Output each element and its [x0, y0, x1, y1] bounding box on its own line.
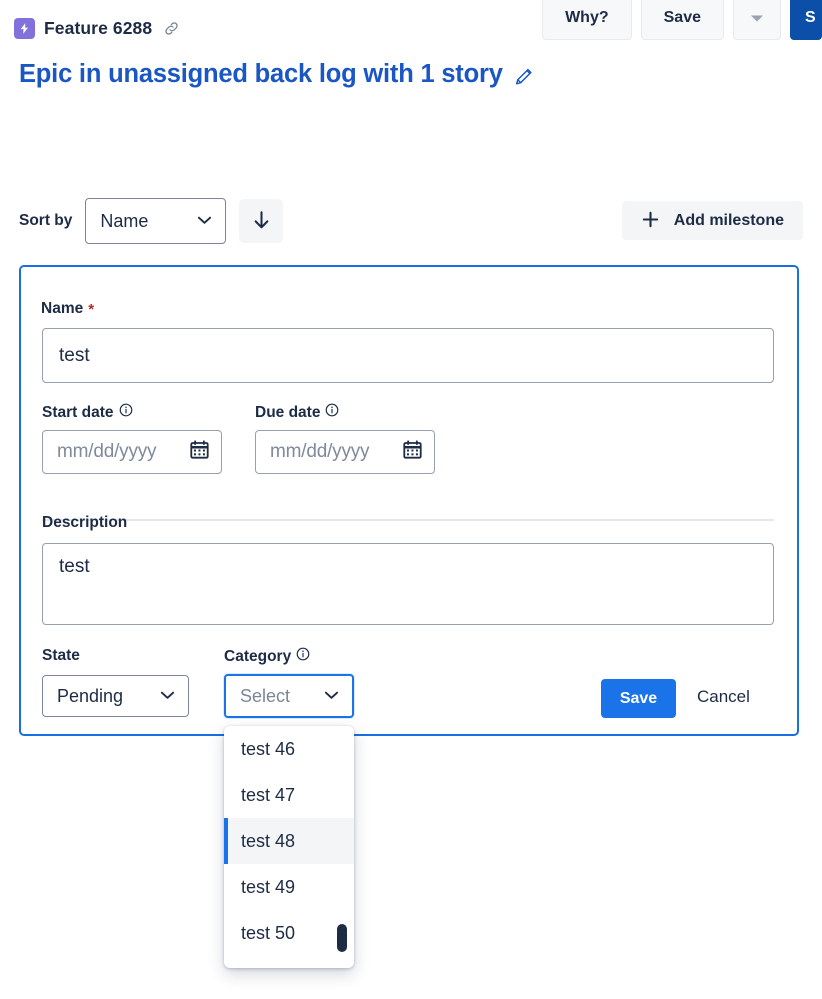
info-icon[interactable] — [296, 647, 310, 666]
start-date-field-label: Start date — [42, 403, 133, 422]
top-bar: Feature 6288 Why? Save S — [0, 0, 822, 44]
state-value: Pending — [57, 685, 124, 706]
breadcrumb: Feature 6288 — [14, 18, 180, 39]
why-button[interactable]: Why? — [542, 0, 632, 40]
epic-title-row: Epic in unassigned back log with 1 story — [19, 60, 535, 89]
state-select[interactable]: Pending — [42, 675, 189, 717]
arrow-down-icon — [252, 209, 271, 234]
bolt-icon — [14, 18, 35, 39]
category-label-text: Category — [224, 647, 292, 665]
sort-row: Sort by Name — [19, 198, 284, 244]
calendar-icon[interactable] — [402, 439, 423, 465]
sort-by-label: Sort by — [19, 212, 73, 229]
milestone-save-button[interactable]: Save — [601, 679, 676, 718]
chevron-down-icon — [197, 212, 212, 230]
due-date-value: mm/dd/yyyy — [270, 441, 370, 462]
page-title[interactable]: Epic in unassigned back log with 1 story — [19, 60, 503, 89]
add-milestone-button[interactable]: Add milestone — [621, 201, 803, 240]
category-select[interactable]: Select — [224, 674, 354, 718]
dropdown-option[interactable]: test 46 — [224, 726, 354, 772]
dropdown-option[interactable]: test 47 — [224, 772, 354, 818]
save-options-button[interactable] — [733, 0, 781, 40]
plus-icon — [641, 210, 660, 232]
chevron-down-icon — [324, 687, 339, 705]
milestone-cancel-button[interactable]: Cancel — [697, 687, 750, 707]
dropdown-scrollbar-thumb[interactable] — [337, 924, 347, 952]
category-option-list: test 46 test 47 test 48 test 49 test 50 — [224, 726, 354, 956]
due-date-input[interactable]: mm/dd/yyyy — [255, 430, 435, 474]
chevron-down-icon — [750, 11, 764, 26]
due-date-label-text: Due date — [255, 403, 321, 421]
category-field-label: Category — [224, 647, 310, 666]
dropdown-option[interactable]: test 48 — [224, 818, 354, 864]
pencil-icon[interactable] — [513, 62, 535, 87]
sort-by-value: Name — [100, 210, 149, 231]
info-icon[interactable] — [119, 403, 133, 422]
section-divider — [42, 519, 774, 521]
add-milestone-label: Add milestone — [673, 211, 784, 229]
sort-by-select[interactable]: Name — [85, 198, 227, 244]
description-label-text: Description — [42, 514, 128, 531]
dropdown-option[interactable]: test 49 — [224, 864, 354, 910]
description-field-label: Description — [42, 514, 127, 532]
description-textarea[interactable] — [42, 543, 774, 625]
calendar-icon[interactable] — [189, 439, 210, 465]
name-input[interactable] — [42, 328, 774, 383]
primary-action-button[interactable]: S — [790, 0, 822, 40]
breadcrumb-label[interactable]: Feature 6288 — [44, 18, 152, 39]
save-button[interactable]: Save — [640, 0, 724, 40]
required-marker: * — [88, 300, 95, 318]
link-icon[interactable] — [163, 20, 180, 37]
name-field-label: Name * — [41, 300, 94, 318]
chevron-down-icon — [160, 687, 175, 705]
due-date-field-label: Due date — [255, 403, 339, 422]
sort-direction-button[interactable] — [239, 199, 284, 243]
category-dropdown-menu: test 46 test 47 test 48 test 49 test 50 — [224, 726, 354, 968]
dropdown-option[interactable]: test 50 — [224, 910, 354, 956]
start-date-input[interactable]: mm/dd/yyyy — [42, 430, 222, 474]
category-value: Select — [240, 685, 291, 706]
start-date-value: mm/dd/yyyy — [57, 441, 157, 462]
start-date-label-text: Start date — [42, 403, 114, 421]
name-label-text: Name — [41, 300, 84, 317]
topbar-actions: Why? Save S — [542, 0, 822, 40]
info-icon[interactable] — [325, 403, 339, 422]
state-label-text: State — [42, 647, 80, 664]
state-field-label: State — [42, 647, 80, 665]
